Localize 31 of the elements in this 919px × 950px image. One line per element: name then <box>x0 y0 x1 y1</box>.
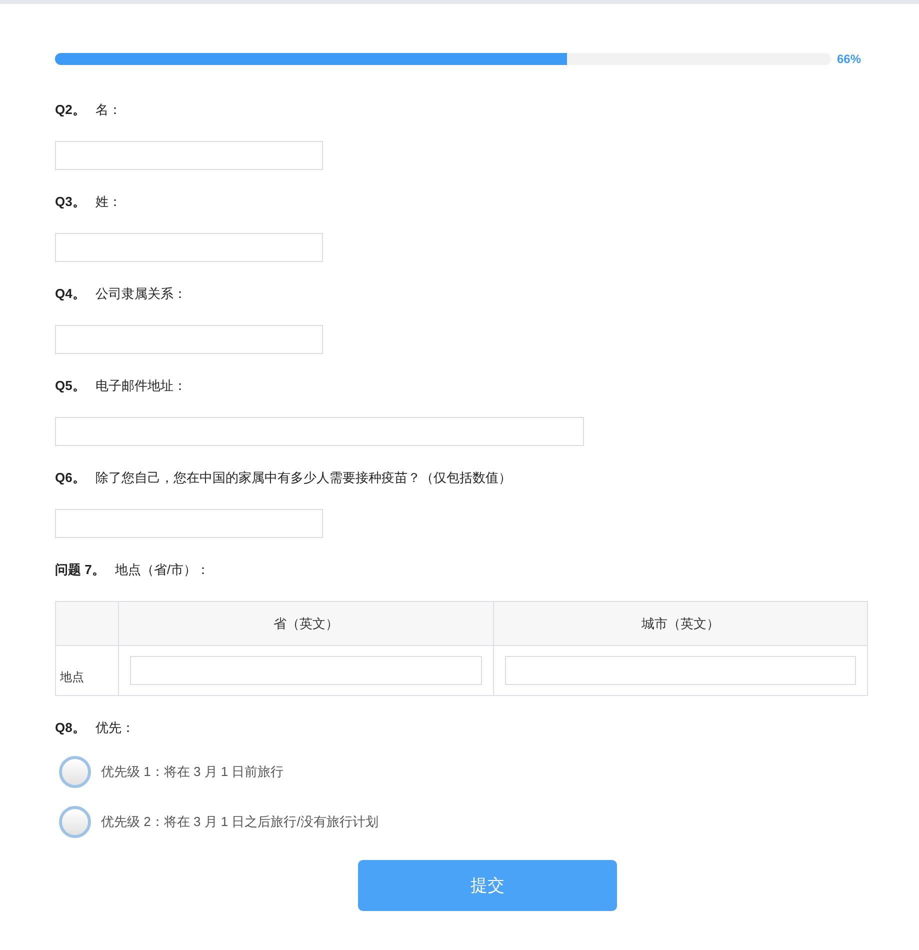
question-number: 问题 7。 <box>55 561 105 580</box>
option-label: 优先级 2：将在 3 月 1 日之后旅行/没有旅行计划 <box>101 813 378 832</box>
column-header: 城市（英文） <box>493 602 868 646</box>
question-label: 除了您自己，您在中国的家属中有多少人需要接种疫苗？（仅包括数值） <box>95 469 512 488</box>
submit-button[interactable]: 提交 <box>358 860 617 911</box>
question-label: 优先： <box>95 719 134 738</box>
progress-percent: 66% <box>837 51 862 68</box>
question-label: 公司隶属关系： <box>95 285 186 304</box>
input-field[interactable] <box>504 656 856 685</box>
input-field[interactable] <box>55 233 323 262</box>
question-label: 电子邮件地址： <box>95 377 186 396</box>
question-label: 地点（省/市）： <box>114 561 210 580</box>
input-field[interactable] <box>55 509 323 538</box>
option-label: 优先级 1：将在 3 月 1 日前旅行 <box>101 763 284 782</box>
question-number: Q3。 <box>55 193 86 212</box>
question-label: 姓： <box>95 193 122 212</box>
question-number: Q6。 <box>55 469 86 488</box>
input-field[interactable] <box>55 417 584 446</box>
question-number: Q4。 <box>55 285 86 304</box>
row-label: 地点 <box>56 646 118 696</box>
radio-button[interactable] <box>59 756 91 788</box>
input-field[interactable] <box>130 656 482 685</box>
input-field[interactable] <box>55 325 323 354</box>
question-label: 名： <box>95 101 122 120</box>
column-header: 省（英文） <box>118 602 493 646</box>
question-number: Q5。 <box>55 377 86 396</box>
radio-button[interactable] <box>59 806 91 838</box>
header-cell <box>56 602 118 646</box>
question-number: Q2。 <box>55 101 86 120</box>
question-number: Q8。 <box>55 719 86 738</box>
input-field[interactable] <box>55 141 323 170</box>
